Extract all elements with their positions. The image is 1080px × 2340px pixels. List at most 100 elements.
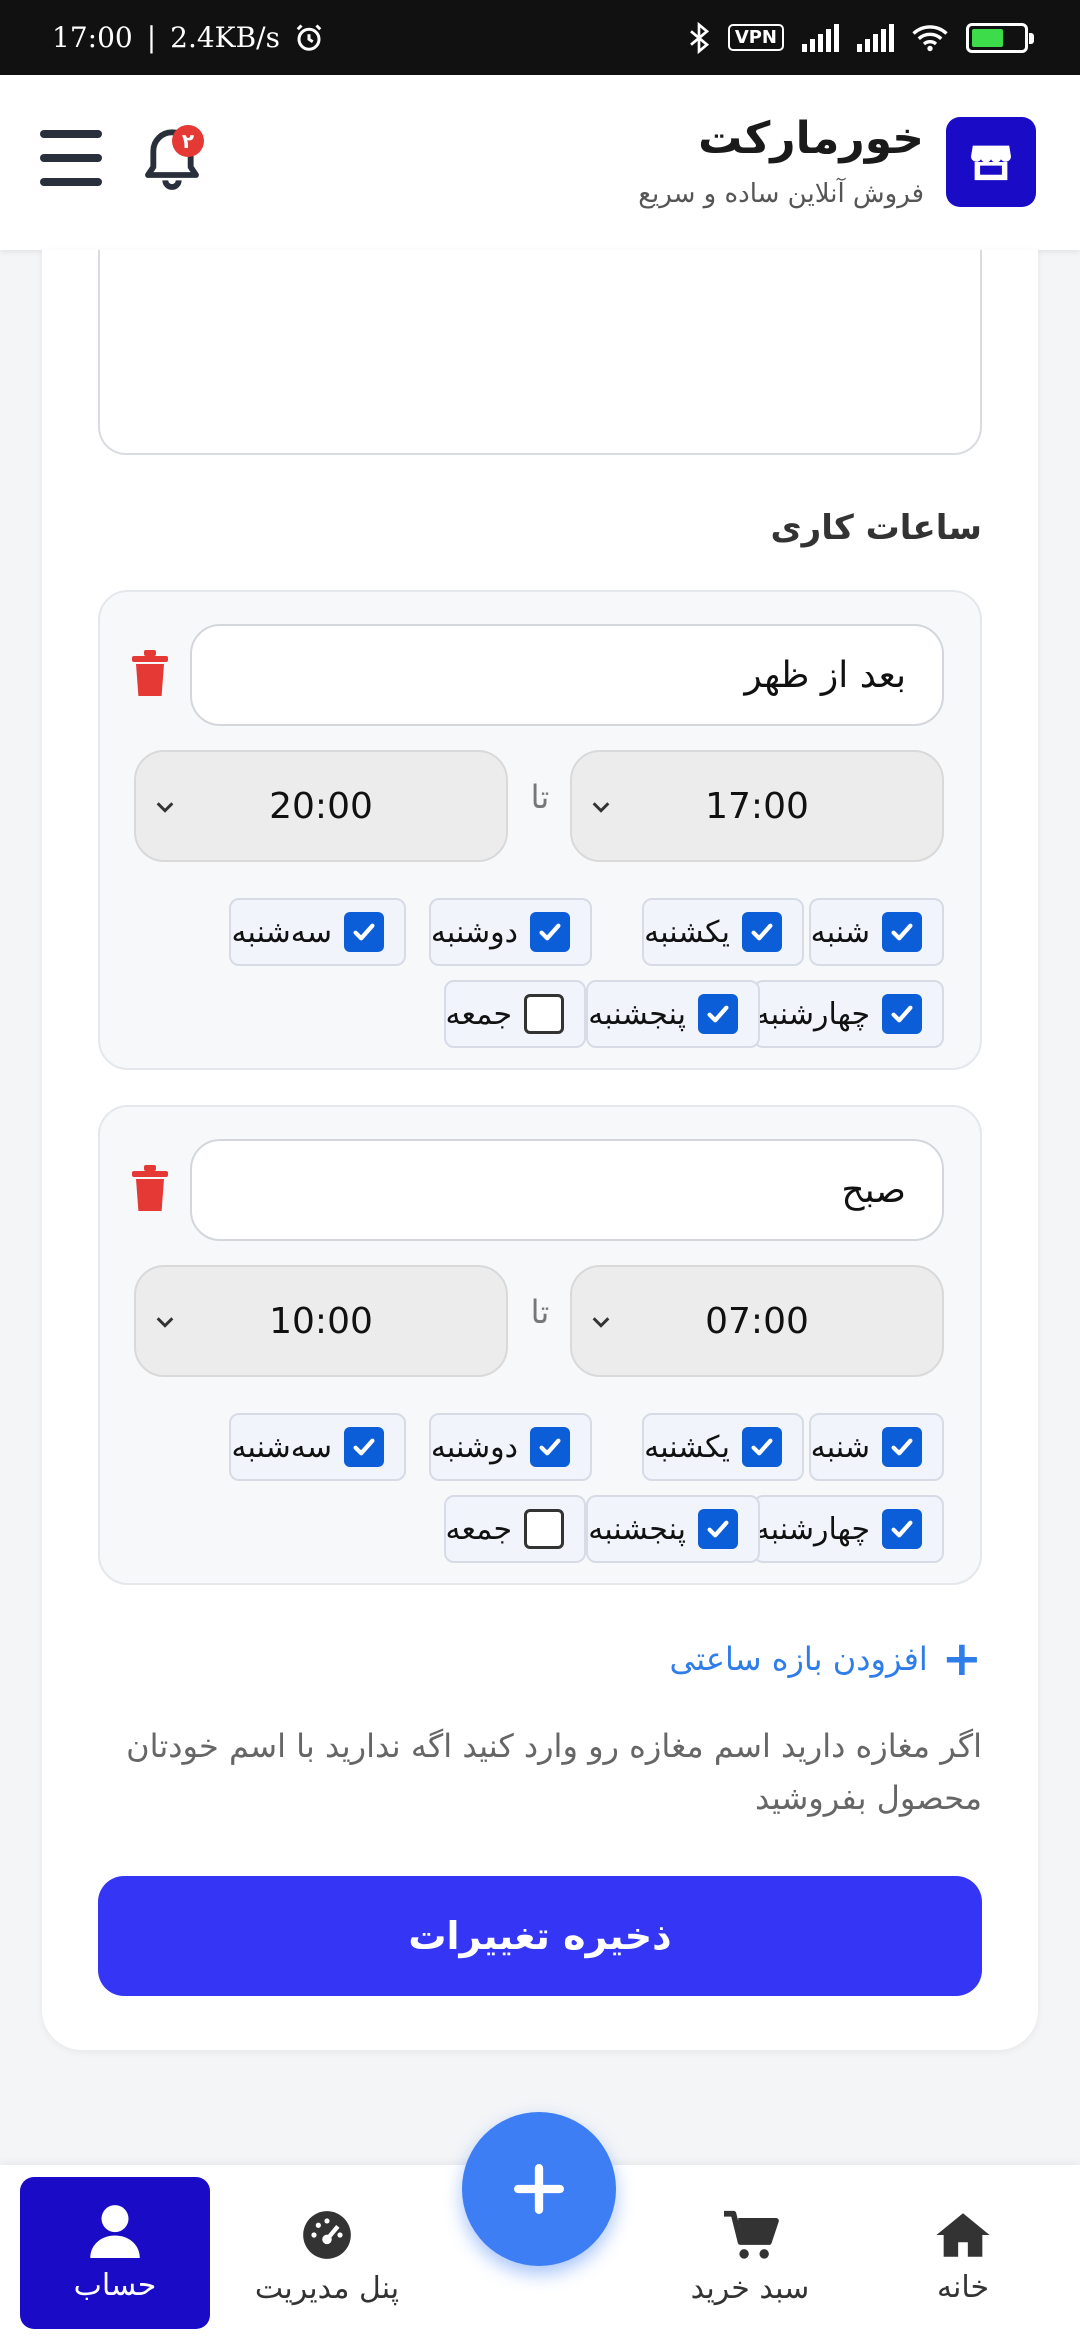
day-label: دوشنبه <box>430 1429 518 1465</box>
helper-note: اگر مغازه دارید اسم مغازه رو وارد کنید ا… <box>126 1727 982 1817</box>
checkbox-unchecked-icon <box>524 994 564 1034</box>
day-checkbox[interactable]: یکشنبه <box>642 1413 804 1481</box>
add-fab-button[interactable] <box>462 2112 616 2266</box>
day-checkbox[interactable]: یکشنبه <box>642 898 804 966</box>
signal-icon-2 <box>857 23 894 52</box>
day-label: جمعه <box>445 1511 512 1547</box>
checkbox-checked-icon <box>530 1427 570 1467</box>
nav-dashboard[interactable]: پنل مدیریت <box>232 2195 422 2320</box>
description-textarea[interactable] <box>98 250 982 455</box>
day-checkbox[interactable]: شنبه <box>808 898 944 966</box>
nav-account-label: حساب <box>73 2267 157 2303</box>
trash-icon[interactable] <box>130 1165 170 1213</box>
status-bar: 17:00 | 2.4KB/s VPN <box>0 0 1080 75</box>
nav-cart[interactable]: سبد خرید <box>655 2195 845 2320</box>
day-checkbox[interactable]: چهارشنبه <box>752 1495 944 1563</box>
checkbox-checked-icon <box>698 994 738 1034</box>
dashboard-icon <box>303 2211 351 2259</box>
chevron-down-icon <box>592 1317 610 1328</box>
day-checkbox[interactable]: سه‌شنبه <box>229 898 406 966</box>
checkbox-checked-icon <box>882 994 922 1034</box>
vpn-badge: VPN <box>727 24 784 51</box>
time-to-select[interactable]: 10:00 <box>134 1265 508 1377</box>
nav-home-label: خانه <box>936 2270 990 2305</box>
checkbox-checked-icon <box>742 1427 782 1467</box>
status-separator: | <box>146 21 157 54</box>
checkbox-checked-icon <box>344 912 384 952</box>
section-title-working-hours: ساعات کاری <box>770 508 982 548</box>
time-from-value: 17:00 <box>705 785 809 827</box>
checkbox-checked-icon <box>882 912 922 952</box>
alarm-icon <box>296 23 322 51</box>
day-checkbox[interactable]: شنبه <box>808 1413 944 1481</box>
time-slot: بعد از ظهر 17:00 تا 20:00 شنبه یکشنبه دوشن… <box>98 590 982 1070</box>
network-speed: 2.4KB/s <box>170 21 280 54</box>
to-label: تا <box>530 1293 550 1331</box>
chevron-down-icon <box>156 1317 174 1328</box>
trash-icon[interactable] <box>130 650 170 698</box>
checkbox-checked-icon <box>882 1509 922 1549</box>
slot-name-input[interactable]: صبح <box>190 1139 944 1241</box>
clock: 17:00 <box>52 21 133 54</box>
checkbox-checked-icon <box>344 1427 384 1467</box>
day-label: چهارشنبه <box>754 1511 870 1547</box>
nav-dashboard-label: پنل مدیریت <box>254 2271 400 2306</box>
day-checkbox[interactable]: سه‌شنبه <box>229 1413 406 1481</box>
wifi-icon <box>912 24 948 51</box>
day-checkbox[interactable]: دوشنبه <box>428 898 592 966</box>
day-label: دوشنبه <box>430 914 518 950</box>
add-time-slot-link[interactable]: افزودن بازه ساعتی + <box>670 1635 982 1683</box>
save-button[interactable]: ذخیره تغییرات <box>98 1876 982 1996</box>
checkbox-checked-icon <box>698 1509 738 1549</box>
home-icon <box>936 2213 990 2257</box>
slot-name-input[interactable]: بعد از ظهر <box>190 624 944 726</box>
chevron-down-icon <box>592 802 610 813</box>
time-from-value: 07:00 <box>705 1300 809 1342</box>
store-logo-icon[interactable] <box>946 117 1036 207</box>
day-label: یکشنبه <box>644 914 730 950</box>
checkbox-checked-icon <box>530 912 570 952</box>
add-slot-label: افزودن بازه ساعتی <box>669 1640 928 1678</box>
chevron-down-icon <box>156 802 174 813</box>
cart-icon <box>724 2210 779 2259</box>
day-label: شنبه <box>810 1429 870 1465</box>
day-checkbox[interactable]: جمعه <box>443 980 586 1048</box>
battery-icon <box>966 22 1034 53</box>
signal-icon <box>802 23 839 52</box>
day-label: یکشنبه <box>644 1429 730 1465</box>
time-from-select[interactable]: 07:00 <box>570 1265 944 1377</box>
nav-cart-label: سبد خرید <box>690 2271 810 2306</box>
day-checkbox[interactable]: چهارشنبه <box>752 980 944 1048</box>
brand-subtitle: فروش آنلاین ساده و سریع <box>638 179 924 209</box>
day-label: پنجشنبه <box>588 1511 686 1547</box>
day-label: سه‌شنبه <box>231 1429 332 1465</box>
day-label: چهارشنبه <box>754 996 870 1032</box>
day-label: سه‌شنبه <box>231 914 332 950</box>
settings-card: ساعات کاری بعد از ظهر 17:00 تا 20:00 شنب… <box>42 250 1038 2050</box>
plus-icon <box>514 2164 564 2214</box>
time-from-select[interactable]: 17:00 <box>570 750 944 862</box>
to-label: تا <box>530 778 550 816</box>
checkbox-unchecked-icon <box>524 1509 564 1549</box>
user-icon <box>90 2204 140 2258</box>
day-label: پنجشنبه <box>588 996 686 1032</box>
day-checkbox[interactable]: جمعه <box>443 1495 586 1563</box>
bluetooth-icon <box>689 21 709 54</box>
time-to-value: 20:00 <box>269 785 373 827</box>
day-label: شنبه <box>810 914 870 950</box>
checkbox-checked-icon <box>742 912 782 952</box>
plus-icon: + <box>941 1631 982 1687</box>
app-header: خورمارکت فروش آنلاین ساده و سریع ۲ <box>0 75 1080 250</box>
brand-title: خورمارکت <box>698 113 924 164</box>
day-checkbox[interactable]: پنجشنبه <box>586 980 760 1048</box>
time-to-select[interactable]: 20:00 <box>134 750 508 862</box>
menu-icon[interactable] <box>40 130 102 186</box>
day-checkbox[interactable]: دوشنبه <box>428 1413 592 1481</box>
day-label: جمعه <box>445 996 512 1032</box>
nav-account[interactable]: حساب <box>20 2177 210 2329</box>
nav-home[interactable]: خانه <box>868 2195 1058 2320</box>
day-checkbox[interactable]: پنجشنبه <box>586 1495 760 1563</box>
time-slot: صبح 07:00 تا 10:00 شنبه یکشنبه دوشنبه سه‌شن… <box>98 1105 982 1585</box>
checkbox-checked-icon <box>882 1427 922 1467</box>
time-to-value: 10:00 <box>269 1300 373 1342</box>
